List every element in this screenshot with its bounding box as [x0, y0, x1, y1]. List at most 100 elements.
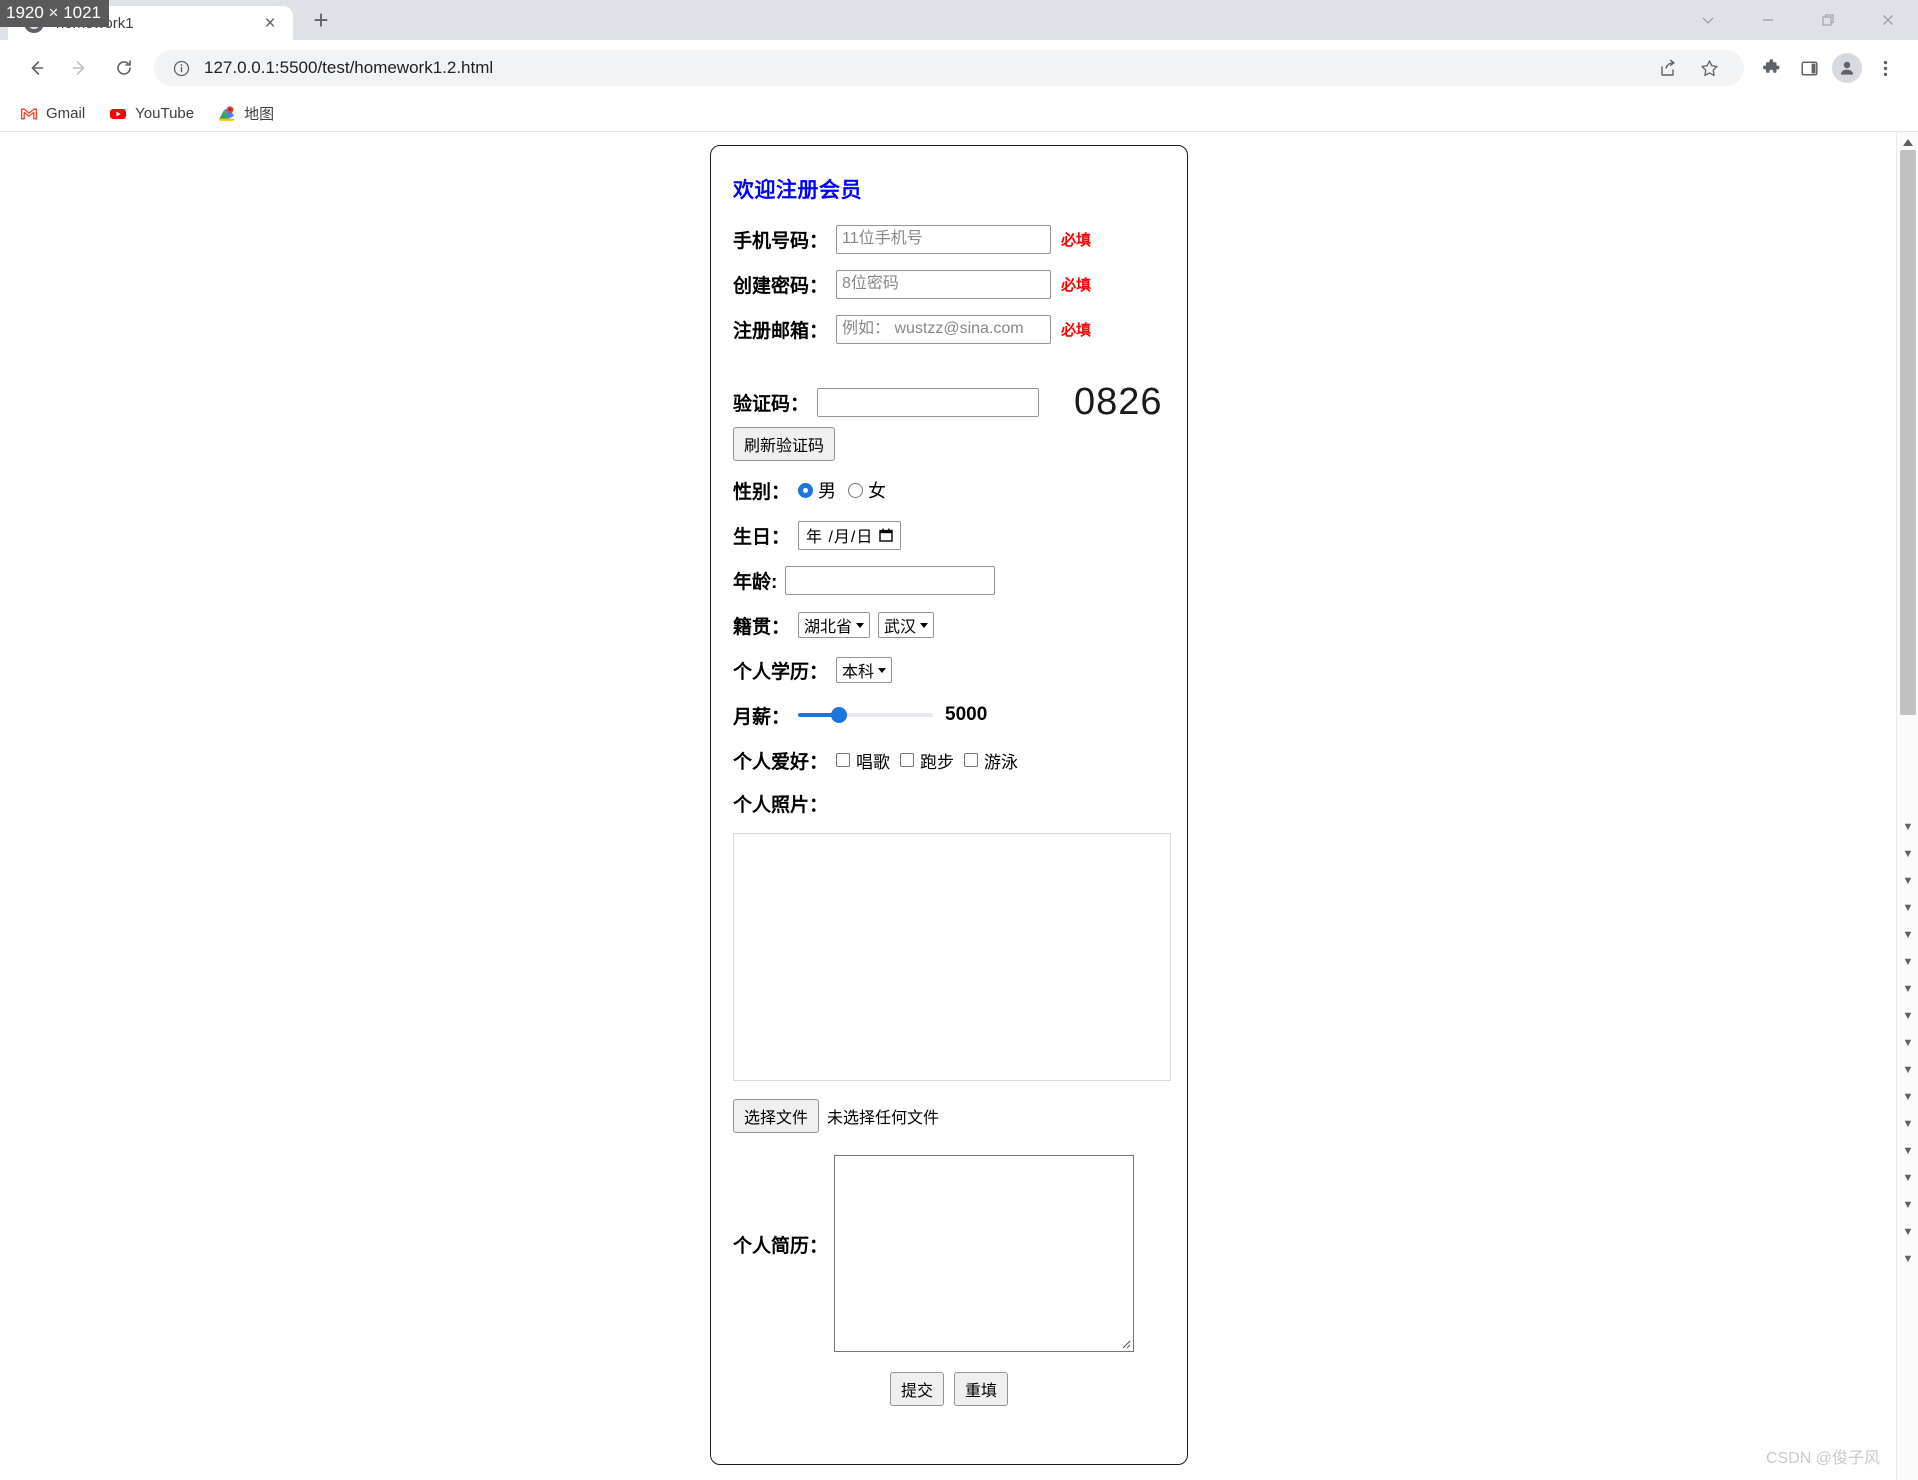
reload-button[interactable] [102, 46, 146, 90]
hobby-option-singing[interactable]: 唱歌 [836, 748, 890, 773]
photo-label: 个人照片： [733, 795, 829, 816]
file-status-text: 未选择任何文件 [827, 1110, 940, 1127]
gender-label: 性别： [733, 481, 791, 503]
minimize-icon[interactable] [1738, 0, 1798, 40]
resolution-badge: 1920 × 1021 [0, 0, 110, 27]
checkbox-swimming-icon[interactable] [964, 753, 979, 767]
required-badge-phone: 必填 [1061, 231, 1092, 249]
password-input[interactable] [836, 269, 1052, 299]
gender-female-label: 女 [868, 481, 887, 501]
gender-option-male[interactable]: 男 [798, 477, 836, 503]
youtube-icon [109, 105, 127, 123]
restore-icon[interactable] [1798, 0, 1858, 40]
info-circle-icon[interactable] [170, 57, 192, 79]
refresh-captcha-button[interactable]: 刷新验证码 [733, 427, 836, 461]
salary-value: 5000 [945, 704, 988, 725]
field-row-education: 个人学历： 本科 [733, 655, 1165, 685]
choose-file-button[interactable]: 选择文件 [733, 1099, 820, 1133]
profile-avatar-icon[interactable] [1828, 49, 1866, 87]
form-actions: 提交 重填 [733, 1372, 1165, 1406]
province-select[interactable]: 湖北省 [798, 612, 871, 638]
field-row-resume: 个人简历： [733, 1155, 1165, 1352]
province-value: 湖北省 [804, 619, 853, 636]
reset-button[interactable]: 重填 [954, 1372, 1009, 1406]
phone-label: 手机号码： [733, 230, 829, 252]
forward-button[interactable] [58, 46, 102, 90]
address-bar[interactable]: 127.0.0.1:5500/test/homework1.2.html [154, 50, 1744, 86]
field-row-age: 年龄: [733, 565, 1165, 595]
education-select[interactable]: 本科 [836, 657, 893, 683]
address-bar-url: 127.0.0.1:5500/test/homework1.2.html [204, 58, 494, 77]
city-value: 武汉 [884, 619, 917, 636]
radio-female-icon[interactable] [848, 482, 864, 498]
resize-grip-icon[interactable] [1119, 1337, 1131, 1349]
side-panel-icon[interactable] [1790, 49, 1828, 87]
scrollbar-arrow-artifacts: ▼ ▼ ▼ ▼ ▼ ▼ ▼ ▼ ▼ ▼ ▼ ▼ ▼ ▼ ▼ ▼ ▼ [1902, 821, 1914, 1265]
share-icon[interactable] [1648, 49, 1686, 87]
scroll-up-arrow-icon[interactable] [1897, 134, 1918, 150]
submit-button[interactable]: 提交 [889, 1372, 944, 1406]
bookmark-label: YouTube [135, 105, 195, 122]
chevron-down-icon [920, 622, 929, 628]
hobbies-label: 个人爱好： [733, 751, 829, 773]
email-label: 注册邮箱： [733, 320, 829, 342]
hometown-label: 籍贯： [733, 616, 791, 638]
password-label: 创建密码： [733, 275, 829, 297]
star-icon[interactable] [1690, 49, 1728, 87]
field-row-hobbies: 个人爱好： 唱歌 跑步 游泳 [733, 745, 1165, 775]
checkbox-singing-icon[interactable] [836, 753, 851, 767]
age-label: 年龄: [733, 571, 778, 593]
birthday-label: 生日： [733, 526, 791, 548]
field-row-hometown: 籍贯： 湖北省 武汉 [733, 610, 1165, 640]
hobby-singing-label: 唱歌 [856, 752, 891, 772]
calendar-icon[interactable] [879, 528, 894, 542]
age-input[interactable] [785, 565, 996, 595]
gender-male-label: 男 [818, 481, 837, 501]
page-viewport: 欢迎注册会员 手机号码： 必填 创建密码： 必填 注册邮箱： 必填 验证码： 0… [0, 132, 1918, 1480]
education-value: 本科 [842, 664, 875, 681]
puzzle-icon[interactable] [1752, 49, 1790, 87]
checkbox-running-icon[interactable] [900, 753, 915, 767]
hobby-option-running[interactable]: 跑步 [900, 748, 954, 773]
close-icon[interactable] [1858, 0, 1918, 40]
page-scrollbar[interactable]: ▼ ▼ ▼ ▼ ▼ ▼ ▼ ▼ ▼ ▼ ▼ ▼ ▼ ▼ ▼ ▼ ▼ [1896, 132, 1918, 1480]
field-row-salary: 月薪： 5000 [733, 700, 1165, 730]
resume-textarea[interactable] [834, 1155, 1135, 1352]
chevron-down-icon [878, 667, 887, 673]
captcha-code: 0826 [1074, 381, 1163, 423]
bookmark-maps[interactable]: 地图 [208, 99, 284, 128]
birthday-date-input[interactable]: 年 /月/日 [798, 520, 902, 550]
hobby-swimming-label: 游泳 [984, 752, 1019, 772]
bookmark-gmail[interactable]: Gmail [10, 101, 95, 127]
window-controls [1678, 0, 1918, 40]
field-row-phone: 手机号码： 必填 [733, 224, 1165, 254]
email-input[interactable] [836, 314, 1052, 344]
watermark: CSDN @俊子风 [1765, 1450, 1880, 1467]
resume-label: 个人简历： [733, 1236, 829, 1257]
slider-thumb[interactable] [830, 707, 847, 723]
phone-input[interactable] [836, 224, 1052, 254]
registration-form: 欢迎注册会员 手机号码： 必填 创建密码： 必填 注册邮箱： 必填 验证码： 0… [710, 145, 1188, 1465]
captcha-input[interactable] [817, 387, 1040, 417]
tab-close-icon[interactable]: × [257, 10, 283, 36]
three-dot-menu-icon[interactable] [1866, 49, 1904, 87]
back-button[interactable] [14, 46, 58, 90]
tab-search-chevron-down-icon[interactable] [1678, 0, 1738, 40]
salary-slider-wrap: 5000 [798, 704, 987, 726]
bookmark-youtube[interactable]: YouTube [99, 101, 204, 127]
bookmark-label: Gmail [46, 105, 86, 122]
hobby-option-swimming[interactable]: 游泳 [964, 748, 1018, 773]
scrollbar-thumb[interactable] [1900, 150, 1916, 715]
new-tab-button[interactable]: + [301, 0, 341, 40]
field-row-password: 创建密码： 必填 [733, 269, 1165, 299]
field-row-email: 注册邮箱： 必填 [733, 314, 1165, 344]
browser-tab-strip: homework1 × + [0, 0, 1918, 40]
salary-slider[interactable] [798, 707, 934, 723]
photo-preview-box [733, 833, 1171, 1081]
radio-male-icon[interactable] [798, 482, 814, 498]
field-row-gender: 性别： 男 女 [733, 475, 1165, 505]
field-row-birthday: 生日： 年 /月/日 [733, 520, 1165, 550]
avatar [1832, 53, 1862, 83]
city-select[interactable]: 武汉 [878, 612, 935, 638]
gender-option-female[interactable]: 女 [848, 477, 886, 503]
